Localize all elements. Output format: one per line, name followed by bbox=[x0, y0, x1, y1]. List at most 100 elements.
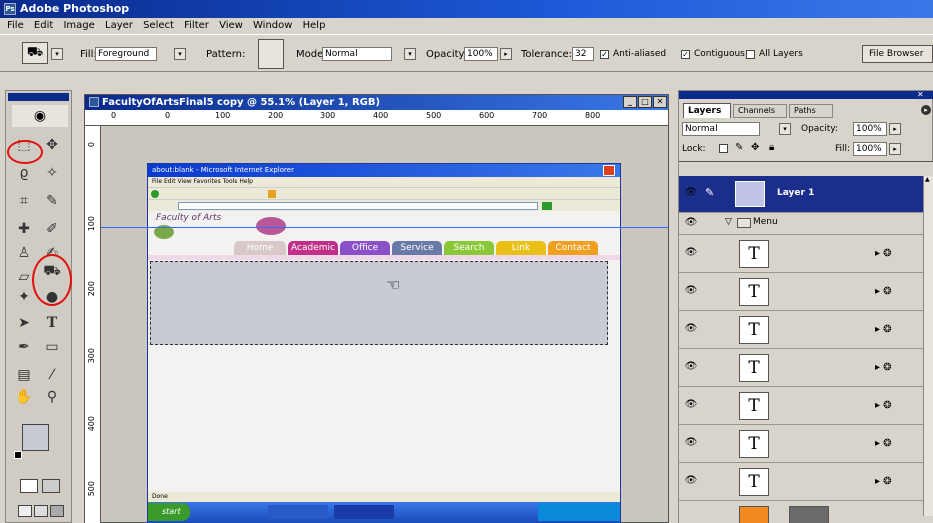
zoom-tool-icon[interactable]: ⚲ bbox=[40, 385, 64, 409]
visibility-eye-icon[interactable]: 👁︎ bbox=[683, 475, 699, 489]
menu-view[interactable]: View bbox=[219, 20, 243, 31]
lock-position-icon[interactable]: ✥ bbox=[751, 142, 759, 153]
layer-row-layer1[interactable]: 👁︎ ✎ Layer 1 bbox=[679, 176, 933, 213]
mode-dropdown[interactable]: ▾ bbox=[404, 48, 416, 60]
visibility-eye-icon[interactable]: 👁︎ bbox=[683, 399, 699, 413]
fill-dropdown[interactable]: ▾ bbox=[174, 48, 186, 60]
layer-effects-icon[interactable]: ▸ ❂ bbox=[875, 286, 892, 297]
contiguous-checkbox[interactable]: ✓ bbox=[681, 50, 690, 59]
tab-paths[interactable]: Paths bbox=[789, 104, 833, 118]
eyedropper-tool-icon[interactable]: ⁄ bbox=[40, 363, 64, 387]
lasso-tool-icon[interactable]: ϱ bbox=[12, 161, 36, 185]
type-tool-icon[interactable]: T bbox=[40, 311, 64, 335]
fill-select[interactable]: Foreground bbox=[95, 47, 157, 61]
layer-effects-icon[interactable]: ▸ ❂ bbox=[875, 248, 892, 259]
quick-mask-mode-icon[interactable] bbox=[42, 479, 60, 493]
menu-layer[interactable]: Layer bbox=[105, 20, 133, 31]
tab-layers[interactable]: Layers bbox=[683, 103, 731, 118]
layer-row-partial[interactable] bbox=[679, 502, 933, 523]
hand-tool-icon[interactable]: ✋ bbox=[12, 385, 36, 409]
text-layer-row[interactable]: 👁︎ T ▸ ❂ bbox=[679, 274, 933, 311]
menu-select[interactable]: Select bbox=[143, 20, 174, 31]
standard-mode-icon[interactable] bbox=[20, 479, 38, 493]
file-browser-button[interactable]: File Browser bbox=[862, 45, 933, 63]
foreground-color-swatch[interactable] bbox=[22, 424, 49, 451]
screen-mode-full-menu-icon[interactable] bbox=[34, 505, 48, 517]
maximize-button[interactable]: □ bbox=[638, 96, 652, 108]
layer-effects-icon[interactable]: ▸ ❂ bbox=[875, 362, 892, 373]
paint-bucket-tool-preset-icon[interactable]: ⛟ bbox=[22, 42, 48, 64]
ie-status-bar: Done bbox=[148, 492, 620, 502]
layer-name: Layer 1 bbox=[777, 188, 815, 198]
pen-tool-icon[interactable]: ✒ bbox=[12, 335, 36, 359]
text-layer-row[interactable]: 👁︎ T ▸ ❂ bbox=[679, 464, 933, 501]
anti-aliased-checkbox[interactable]: ✓ bbox=[600, 50, 609, 59]
ie-close-icon bbox=[603, 165, 615, 176]
blend-mode-dropdown[interactable]: ▾ bbox=[779, 123, 791, 135]
visibility-eye-icon[interactable]: 👁︎ bbox=[683, 323, 699, 337]
slice-tool-icon[interactable]: ✎ bbox=[40, 189, 64, 213]
visibility-eye-icon[interactable]: 👁︎ bbox=[683, 217, 699, 231]
text-layer-row[interactable]: 👁︎ T ▸ ❂ bbox=[679, 236, 933, 273]
panel-close-icon[interactable]: ✕ bbox=[917, 90, 924, 99]
text-layer-row[interactable]: 👁︎ T ▸ ❂ bbox=[679, 426, 933, 463]
group-expand-icon[interactable]: ▽ bbox=[725, 217, 732, 227]
crop-tool-icon[interactable]: ⌗ bbox=[12, 189, 36, 213]
layer-effects-icon[interactable]: ▸ ❂ bbox=[875, 438, 892, 449]
pattern-picker[interactable] bbox=[258, 39, 284, 69]
lock-all-icon[interactable]: 🔒︎ bbox=[769, 142, 774, 153]
scroll-up-icon[interactable]: ▲ bbox=[925, 176, 930, 183]
opacity-input[interactable]: 100% bbox=[464, 47, 498, 61]
default-colors-icon[interactable] bbox=[14, 451, 22, 459]
menu-edit[interactable]: Edit bbox=[34, 20, 53, 31]
visibility-eye-icon[interactable]: 👁︎ bbox=[683, 247, 699, 261]
layer-effects-icon[interactable]: ▸ ❂ bbox=[875, 400, 892, 411]
layer-fill-dropdown[interactable]: ▸ bbox=[889, 143, 901, 155]
layer-opacity-dropdown[interactable]: ▸ bbox=[889, 123, 901, 135]
brush-tool-icon[interactable]: ✐ bbox=[40, 217, 64, 241]
layer-effects-icon[interactable]: ▸ ❂ bbox=[875, 324, 892, 335]
path-selection-tool-icon[interactable]: ➤ bbox=[12, 311, 36, 335]
visibility-eye-icon[interactable]: 👁︎ bbox=[683, 187, 699, 201]
screen-mode-full-icon[interactable] bbox=[50, 505, 64, 517]
visibility-eye-icon[interactable]: 👁︎ bbox=[683, 285, 699, 299]
tolerance-input[interactable]: 32 bbox=[572, 47, 594, 61]
visibility-eye-icon[interactable]: 👁︎ bbox=[683, 361, 699, 375]
screen-mode-standard-icon[interactable] bbox=[18, 505, 32, 517]
notes-tool-icon[interactable]: ▤ bbox=[12, 363, 36, 387]
clone-stamp-tool-icon[interactable]: ♙ bbox=[12, 241, 36, 265]
layer-effects-icon[interactable]: ▸ ❂ bbox=[875, 476, 892, 487]
rectangle-tool-icon[interactable]: ▭ bbox=[40, 335, 64, 359]
healing-brush-tool-icon[interactable]: ✚ bbox=[12, 217, 36, 241]
layer-opacity-input[interactable]: 100% bbox=[853, 122, 887, 136]
layers-scrollbar[interactable]: ▲ bbox=[923, 176, 933, 516]
menu-filter[interactable]: Filter bbox=[184, 20, 209, 31]
adobe-online-icon[interactable]: ◉ bbox=[12, 105, 68, 127]
tool-preset-dropdown[interactable]: ▾ bbox=[51, 48, 63, 60]
menu-window[interactable]: Window bbox=[253, 20, 292, 31]
all-layers-checkbox[interactable] bbox=[746, 50, 755, 59]
menu-image[interactable]: Image bbox=[63, 20, 94, 31]
opacity-dropdown[interactable]: ▸ bbox=[500, 48, 512, 60]
text-layer-row[interactable]: 👁︎ T ▸ ❂ bbox=[679, 388, 933, 425]
layer-fill-input[interactable]: 100% bbox=[853, 142, 887, 156]
menu-help[interactable]: Help bbox=[303, 20, 326, 31]
lock-pixels-icon[interactable]: ✎ bbox=[735, 142, 743, 153]
text-layer-row[interactable]: 👁︎ T ▸ ❂ bbox=[679, 312, 933, 349]
mode-select[interactable]: Normal bbox=[322, 47, 392, 61]
magic-wand-tool-icon[interactable]: ✧ bbox=[40, 161, 64, 185]
move-tool-icon[interactable]: ✥ bbox=[40, 133, 64, 157]
layer-group-menu[interactable]: 👁︎ ▽ Menu bbox=[679, 213, 933, 235]
lock-transparency-icon[interactable] bbox=[719, 144, 728, 153]
document-icon bbox=[89, 97, 99, 107]
panel-menu-icon[interactable]: ▸ bbox=[921, 105, 931, 115]
document-title-bar[interactable]: FacultyOfArtsFinal5 copy @ 55.1% (Layer … bbox=[85, 95, 668, 110]
menu-file[interactable]: File bbox=[7, 20, 24, 31]
text-layer-row[interactable]: 👁︎ T ▸ ❂ bbox=[679, 350, 933, 387]
tab-channels[interactable]: Channels bbox=[733, 104, 787, 118]
blend-mode-select[interactable]: Normal bbox=[682, 122, 760, 136]
close-button[interactable]: ✕ bbox=[653, 96, 667, 108]
ruler-label: 0 bbox=[87, 142, 96, 148]
visibility-eye-icon[interactable]: 👁︎ bbox=[683, 437, 699, 451]
minimize-button[interactable]: _ bbox=[623, 96, 637, 108]
